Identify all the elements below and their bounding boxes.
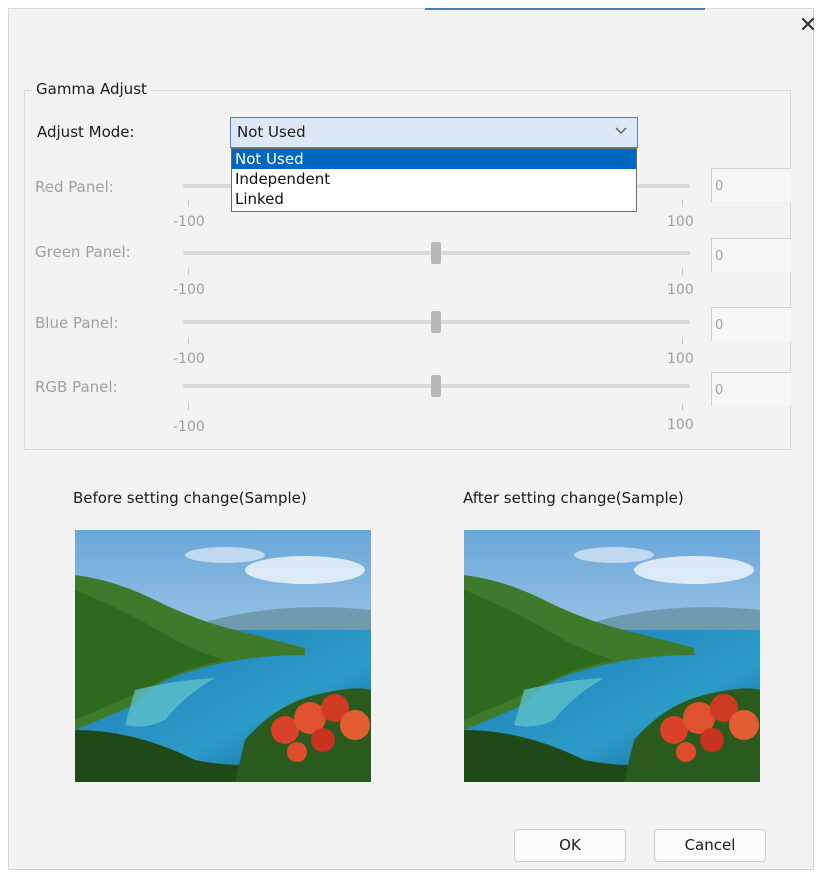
rgb-panel-label: RGB Panel: [35,378,118,396]
green-max-tick [682,268,683,275]
blue-max-tick [682,337,683,344]
close-icon[interactable]: ✕ [796,14,820,38]
green-panel-value-input[interactable]: 0 [711,238,791,272]
blue-panel-value: 0 [715,318,724,333]
option-not-used[interactable]: Not Used [232,149,636,169]
ok-button[interactable]: OK [514,829,626,862]
blue-min-label: -100 [173,351,205,367]
rgb-panel-slider-thumb[interactable] [431,375,441,397]
green-max-label: 100 [667,282,694,298]
blue-min-tick [188,337,189,344]
blue-panel-label: Blue Panel: [35,314,119,332]
red-max-label: 100 [667,214,694,230]
adjust-mode-dropdown-list: Not Used Independent Linked [231,148,637,212]
red-max-tick [682,200,683,207]
blue-panel-slider-thumb[interactable] [431,311,441,333]
red-panel-value-input[interactable]: 0 [711,168,791,202]
adjust-mode-value: Not Used [237,123,306,141]
rgb-panel-value-input[interactable]: 0 [711,372,791,406]
adjust-mode-combobox[interactable]: Not Used [230,117,638,148]
option-linked[interactable]: Linked [232,189,636,209]
after-sample-caption: After setting change(Sample) [463,489,684,507]
red-min-tick [188,200,189,207]
before-sample-image [75,530,371,782]
green-panel-value: 0 [715,249,724,264]
red-panel-value: 0 [715,179,724,194]
rgb-min-label: -100 [173,419,205,435]
rgb-min-tick [188,403,189,410]
green-min-label: -100 [173,282,205,298]
blue-panel-value-input[interactable]: 0 [711,307,791,341]
gamma-adjust-title: Gamma Adjust [32,80,151,98]
green-panel-slider-thumb[interactable] [431,242,441,264]
rgb-max-label: 100 [667,417,694,433]
chevron-down-icon[interactable] [615,124,627,138]
rgb-max-tick [682,403,683,410]
green-min-tick [188,268,189,275]
adjust-mode-label: Adjust Mode: [37,123,135,141]
cancel-button[interactable]: Cancel [654,829,766,862]
red-panel-label: Red Panel: [35,178,114,196]
blue-max-label: 100 [667,351,694,367]
rgb-panel-value: 0 [715,383,724,398]
green-panel-label: Green Panel: [35,243,131,261]
option-independent[interactable]: Independent [232,169,636,189]
after-sample-image [464,530,760,782]
red-min-label: -100 [173,214,205,230]
title-accent-line [425,8,705,10]
before-sample-caption: Before setting change(Sample) [73,489,307,507]
